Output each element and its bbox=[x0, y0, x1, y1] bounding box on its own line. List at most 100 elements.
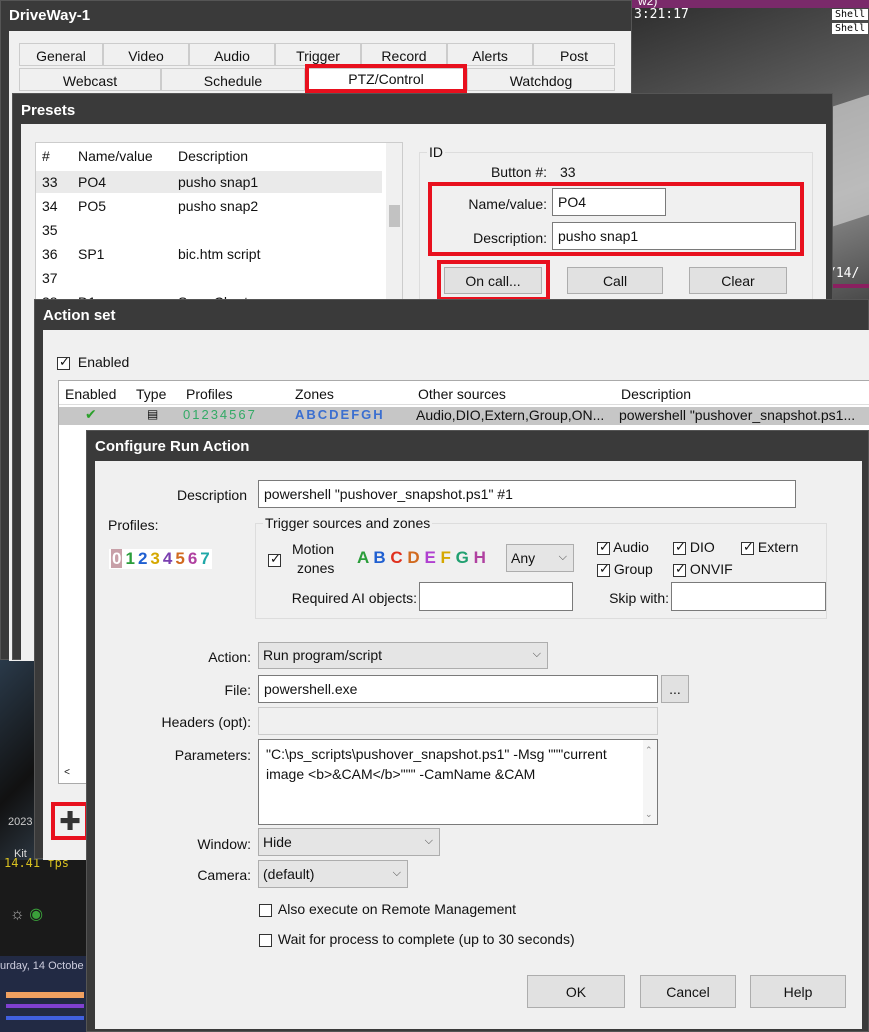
table-scroll-left[interactable]: < bbox=[59, 767, 75, 784]
tab-video[interactable]: Video bbox=[103, 43, 189, 66]
clear-button[interactable]: Clear bbox=[689, 267, 787, 294]
button-number-label: Button #: bbox=[490, 164, 547, 180]
description-input[interactable]: powershell "pushover_snapshot.ps1" #1 bbox=[258, 480, 796, 508]
tab-record[interactable]: Record bbox=[361, 43, 447, 66]
presets-list[interactable]: # Name/value Description 33 PO4 pusho sn… bbox=[35, 142, 403, 312]
column-header-num[interactable]: # bbox=[42, 148, 50, 164]
table-row[interactable]: ✔ ▤ 01234567 ABCDEFGH Audio,DIO,Extern,G… bbox=[59, 406, 869, 425]
zone-b[interactable]: B bbox=[373, 548, 385, 567]
remote-management-option[interactable]: Also execute on Remote Management bbox=[259, 901, 516, 917]
list-scrollbar[interactable] bbox=[386, 143, 402, 311]
zone-d[interactable]: D bbox=[407, 548, 419, 567]
zone-h[interactable]: H bbox=[474, 548, 486, 567]
column-header-zones[interactable]: Zones bbox=[295, 386, 334, 402]
configure-run-action-dialog: Configure Run Action Description powersh… bbox=[86, 430, 869, 1032]
action-label: Action: bbox=[208, 649, 251, 665]
chevron-down-icon: ⌵ bbox=[532, 648, 541, 660]
skip-with-input[interactable] bbox=[671, 582, 826, 611]
id-group-label: ID bbox=[427, 144, 445, 160]
table-row[interactable]: 37 bbox=[36, 267, 382, 289]
headers-label: Headers (opt): bbox=[161, 714, 251, 730]
tab-schedule[interactable]: Schedule bbox=[161, 68, 305, 91]
file-input[interactable]: powershell.exe bbox=[258, 675, 658, 703]
profile-3[interactable]: 3 bbox=[150, 549, 159, 568]
zone-selector[interactable]: A B C D E F G H bbox=[357, 548, 486, 568]
column-header-enabled[interactable]: Enabled bbox=[65, 386, 116, 402]
tab-webcast[interactable]: Webcast bbox=[19, 68, 161, 91]
column-header-type[interactable]: Type bbox=[136, 386, 166, 402]
camera-label: Shell bbox=[832, 9, 869, 20]
dio-source[interactable]: DIO bbox=[673, 539, 715, 555]
zone-match-select[interactable]: Any ⌵ bbox=[506, 544, 574, 572]
profile-0[interactable]: 0 bbox=[111, 549, 123, 568]
window-value: Hide bbox=[263, 834, 292, 850]
cancel-button[interactable]: Cancel bbox=[640, 975, 736, 1008]
camera-select[interactable]: (default) ⌵ bbox=[258, 860, 408, 888]
chevron-down-icon: ⌵ bbox=[392, 867, 401, 879]
tab-general[interactable]: General bbox=[19, 43, 103, 66]
motion-zones-checkbox[interactable] bbox=[268, 551, 281, 567]
help-button[interactable]: Help bbox=[750, 975, 846, 1008]
group-checkbox[interactable] bbox=[597, 561, 610, 577]
zone-f[interactable]: F bbox=[441, 548, 451, 567]
profile-6[interactable]: 6 bbox=[188, 549, 197, 568]
extern-source[interactable]: Extern bbox=[741, 539, 798, 555]
plus-icon: ✚ bbox=[59, 806, 81, 836]
wait-for-process-checkbox[interactable] bbox=[259, 933, 272, 947]
headers-input[interactable] bbox=[258, 707, 658, 735]
onvif-checkbox[interactable] bbox=[673, 561, 686, 577]
column-header-name[interactable]: Name/value bbox=[78, 148, 153, 164]
add-action-button[interactable]: ✚ bbox=[51, 802, 89, 840]
button-number-value: 33 bbox=[560, 164, 576, 180]
presets-title: Presets bbox=[21, 102, 76, 119]
table-row[interactable]: 34 PO5 pusho snap2 bbox=[36, 195, 382, 217]
profile-selector[interactable]: 01234567 bbox=[109, 549, 212, 569]
row-profiles: 01234567 bbox=[183, 407, 257, 422]
remote-management-checkbox[interactable] bbox=[259, 903, 272, 917]
ok-button[interactable]: OK bbox=[527, 975, 625, 1008]
parameters-textarea[interactable]: "C:\ps_scripts\pushover_snapshot.ps1" -M… bbox=[258, 739, 658, 825]
tab-trigger[interactable]: Trigger bbox=[275, 43, 361, 66]
extern-checkbox[interactable] bbox=[741, 539, 754, 555]
table-row[interactable]: 36 SP1 bic.htm script bbox=[36, 243, 382, 265]
window-select[interactable]: Hide ⌵ bbox=[258, 828, 440, 856]
profile-4[interactable]: 4 bbox=[163, 549, 172, 568]
profile-2[interactable]: 2 bbox=[138, 549, 147, 568]
audio-source[interactable]: Audio bbox=[597, 539, 649, 555]
sun-icon[interactable]: ☼ bbox=[10, 906, 25, 923]
profile-7[interactable]: 7 bbox=[200, 549, 209, 568]
zone-a[interactable]: A bbox=[357, 548, 369, 567]
column-header-description[interactable]: Description bbox=[178, 148, 248, 164]
tab-alerts[interactable]: Alerts bbox=[447, 43, 533, 66]
camera-label: Shell bbox=[832, 23, 869, 34]
call-button[interactable]: Call bbox=[567, 267, 663, 294]
highlight-ptz-tab bbox=[305, 64, 467, 93]
highlight-name-description bbox=[428, 182, 804, 256]
profile-1[interactable]: 1 bbox=[125, 549, 134, 568]
textarea-scrollbar[interactable]: ⌃ ⌄ bbox=[643, 740, 657, 824]
zone-c[interactable]: C bbox=[390, 548, 402, 567]
status-icon[interactable]: ◉ bbox=[29, 906, 43, 923]
table-row[interactable]: 33 PO4 pusho snap1 bbox=[36, 171, 382, 193]
onvif-source[interactable]: ONVIF bbox=[673, 561, 733, 577]
group-source[interactable]: Group bbox=[597, 561, 653, 577]
profile-5[interactable]: 5 bbox=[175, 549, 184, 568]
tab-watchdog[interactable]: Watchdog bbox=[467, 68, 615, 91]
enabled-toggle[interactable]: Enabled bbox=[57, 354, 129, 370]
required-ai-input[interactable] bbox=[419, 582, 573, 611]
zone-g[interactable]: G bbox=[456, 548, 469, 567]
tab-post[interactable]: Post bbox=[533, 43, 615, 66]
column-header-description[interactable]: Description bbox=[621, 386, 691, 402]
wait-for-process-option[interactable]: Wait for process to complete (up to 30 s… bbox=[259, 931, 575, 947]
table-row[interactable]: 35 bbox=[36, 219, 382, 241]
audio-checkbox[interactable] bbox=[597, 539, 610, 555]
browse-button[interactable]: ... bbox=[661, 675, 689, 703]
tab-audio[interactable]: Audio bbox=[189, 43, 275, 66]
action-select[interactable]: Run program/script ⌵ bbox=[258, 642, 548, 669]
action-value: Run program/script bbox=[263, 647, 383, 663]
column-header-other-sources[interactable]: Other sources bbox=[418, 386, 506, 402]
zone-e[interactable]: E bbox=[424, 548, 435, 567]
enabled-checkbox[interactable] bbox=[57, 354, 70, 370]
dio-checkbox[interactable] bbox=[673, 539, 686, 555]
column-header-profiles[interactable]: Profiles bbox=[186, 386, 233, 402]
